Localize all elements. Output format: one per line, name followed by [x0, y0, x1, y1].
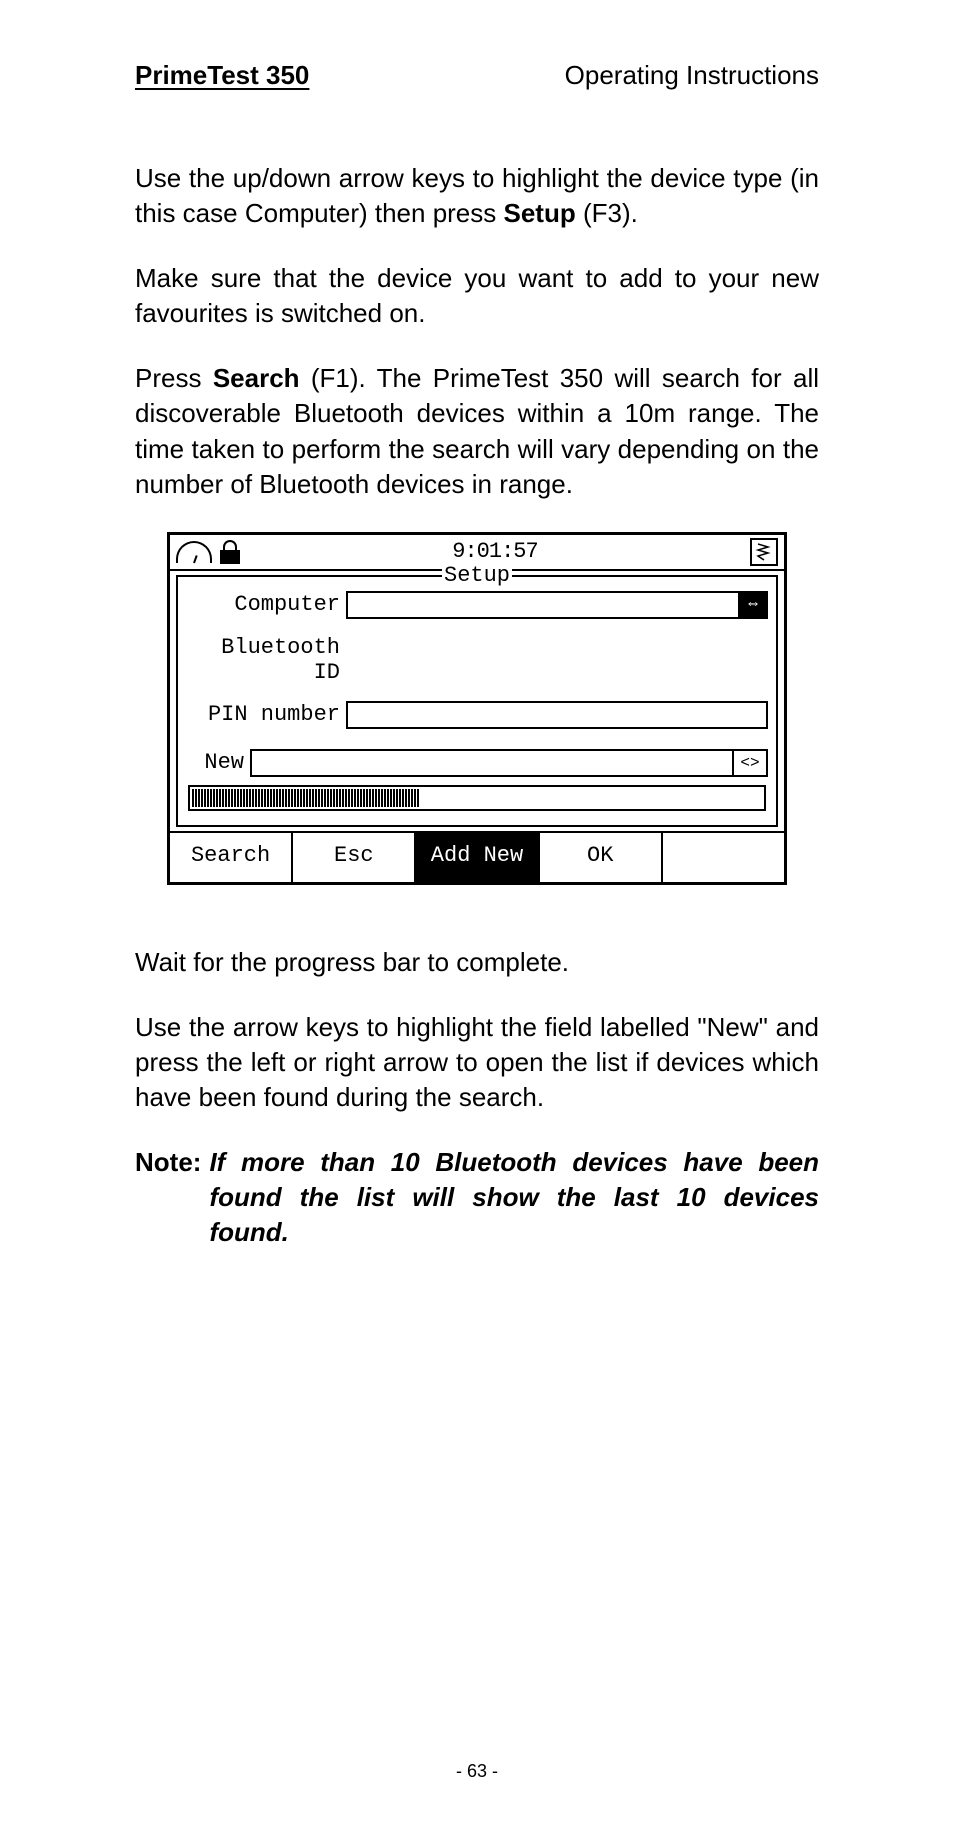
device-screen: 9:01:57 Setup Computer ⇔ Bluetooth ID PI…: [167, 532, 787, 885]
paragraph-3: Press Search (F1). The PrimeTest 350 wil…: [135, 361, 819, 501]
softkey-f1-search[interactable]: Search: [170, 833, 293, 882]
softkey-f4-ok[interactable]: OK: [540, 833, 663, 882]
header-subtitle: Operating Instructions: [565, 60, 819, 91]
softkey-f5-empty[interactable]: [663, 833, 784, 882]
bluetooth-device-icon: [750, 538, 778, 566]
clock: 9:01:57: [452, 539, 537, 564]
field-pin[interactable]: [346, 701, 768, 729]
note-label: Note:: [135, 1145, 201, 1250]
row-pin: PIN number: [186, 701, 768, 729]
bold-text: Setup: [504, 198, 576, 228]
gauge-icon: [176, 541, 212, 563]
page-number: - 63 -: [456, 1761, 498, 1782]
note-block: Note: If more than 10 Bluetooth devices …: [135, 1145, 819, 1250]
bold-text: Search: [213, 363, 300, 393]
text: Use the up/down arrow keys to highlight …: [135, 163, 819, 228]
row-new: New <>: [186, 749, 768, 777]
row-computer: Computer ⇔: [186, 591, 768, 619]
text: (F3).: [576, 198, 638, 228]
field-computer[interactable]: [346, 591, 740, 619]
softkey-row: Search Esc Add New OK: [170, 831, 784, 882]
row-bluetooth: Bluetooth ID: [186, 635, 768, 685]
note-text: If more than 10 Bluetooth devices have b…: [209, 1145, 819, 1250]
selector-computer-icon[interactable]: ⇔: [738, 591, 768, 619]
softkey-f3-add-new[interactable]: Add New: [416, 833, 539, 882]
frame-title: Setup: [442, 563, 512, 588]
text: Press: [135, 363, 213, 393]
label-computer: Computer: [186, 592, 346, 617]
page-header: PrimeTest 350 Operating Instructions: [135, 60, 819, 91]
softkey-f2-esc[interactable]: Esc: [293, 833, 416, 882]
progress-fill: [192, 789, 420, 807]
paragraph-4: Wait for the progress bar to complete.: [135, 945, 819, 980]
progress-bar: [188, 785, 766, 811]
selector-new-icon[interactable]: <>: [734, 749, 768, 777]
paragraph-5: Use the arrow keys to highlight the fiel…: [135, 1010, 819, 1115]
paragraph-2: Make sure that the device you want to ad…: [135, 261, 819, 331]
label-bluetooth: Bluetooth ID: [186, 635, 346, 685]
setup-frame: Setup Computer ⇔ Bluetooth ID PIN number…: [176, 575, 778, 827]
lock-icon: [220, 540, 240, 564]
label-new: New: [186, 750, 250, 775]
label-pin: PIN number: [186, 702, 346, 727]
paragraph-1: Use the up/down arrow keys to highlight …: [135, 161, 819, 231]
status-icons-left: [176, 540, 240, 564]
device-screenshot-container: 9:01:57 Setup Computer ⇔ Bluetooth ID PI…: [135, 532, 819, 885]
header-title: PrimeTest 350: [135, 60, 309, 91]
field-new[interactable]: [250, 749, 734, 777]
